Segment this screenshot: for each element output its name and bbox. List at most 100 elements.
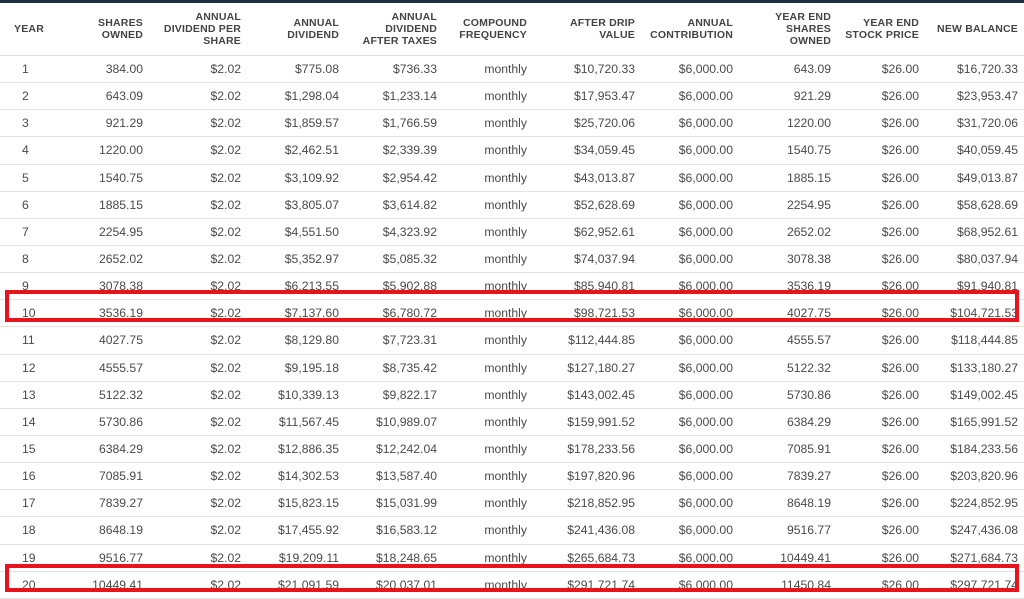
cell-dividend-per-share: $2.02	[149, 381, 247, 409]
cell-compound-frequency: monthly	[443, 435, 533, 464]
column-header-dividend-after-taxes: ANNUAL DIVIDEND AFTER TAXES	[345, 3, 443, 56]
cell-dividend-after-taxes: $5,085.32	[345, 245, 443, 274]
column-header-annual-contribution: ANNUAL CONTRIBUTION	[641, 3, 739, 56]
cell-year: 15	[0, 435, 55, 464]
cell-dividend-after-taxes: $15,031.99	[345, 489, 443, 518]
cell-new-balance: $104,721.53	[925, 299, 1024, 328]
cell-dividend-per-share: $2.02	[149, 82, 247, 111]
cell-new-balance: $184,233.56	[925, 435, 1024, 464]
cell-compound-frequency: monthly	[443, 544, 533, 572]
cell-dividend-after-taxes: $12,242.04	[345, 435, 443, 464]
cell-shares-owned: 4555.57	[55, 354, 149, 382]
cell-after-drip-value: $62,952.61	[533, 218, 641, 246]
cell-year-end-shares: 7839.27	[739, 462, 837, 491]
cell-after-drip-value: $143,002.45	[533, 381, 641, 409]
cell-annual-contribution: $6,000.00	[641, 462, 739, 491]
table-row: 2 643.09 $2.02 $1,298.04 $1,233.14 monthly $17…	[0, 82, 1024, 111]
cell-dividend-after-taxes: $1,766.59	[345, 109, 443, 138]
cell-annual-contribution: $6,000.00	[641, 489, 739, 518]
cell-after-drip-value: $159,991.52	[533, 408, 641, 436]
cell-compound-frequency: monthly	[443, 381, 533, 409]
table-row: 7 2254.95 $2.02 $4,551.50 $4,323.92 monthly $6…	[0, 218, 1024, 246]
cell-annual-dividend: $14,302.53	[247, 462, 345, 491]
cell-annual-contribution: $6,000.00	[641, 136, 739, 165]
cell-annual-contribution: $6,000.00	[641, 272, 739, 301]
cell-shares-owned: 3536.19	[55, 299, 149, 328]
cell-year-end-price: $26.00	[837, 326, 925, 355]
cell-after-drip-value: $112,444.85	[533, 326, 641, 355]
cell-shares-owned: 8648.19	[55, 516, 149, 545]
table-row: 20 10449.41 $2.02 $21,091.59 $20,037.01 month…	[0, 571, 1024, 599]
cell-compound-frequency: monthly	[443, 109, 533, 138]
cell-year-end-price: $26.00	[837, 571, 925, 599]
cell-dividend-per-share: $2.02	[149, 272, 247, 301]
cell-year-end-shares: 643.09	[739, 55, 837, 84]
cell-year: 12	[0, 354, 55, 382]
cell-annual-dividend: $4,551.50	[247, 218, 345, 246]
cell-dividend-per-share: $2.02	[149, 462, 247, 491]
cell-year-end-price: $26.00	[837, 435, 925, 464]
cell-year-end-shares: 1220.00	[739, 109, 837, 138]
cell-year-end-price: $26.00	[837, 191, 925, 219]
cell-shares-owned: 10449.41	[55, 571, 149, 599]
table-row: 1 384.00 $2.02 $775.08 $736.33 monthly $10,720…	[0, 55, 1024, 84]
cell-after-drip-value: $10,720.33	[533, 55, 641, 84]
cell-year-end-shares: 9516.77	[739, 516, 837, 545]
cell-annual-dividend: $5,352.97	[247, 245, 345, 274]
cell-after-drip-value: $85,940.81	[533, 272, 641, 301]
table-header: YEAR SHARES OWNED ANNUAL DIVIDEND PER SH…	[0, 3, 1024, 56]
cell-year-end-price: $26.00	[837, 55, 925, 84]
cell-dividend-per-share: $2.02	[149, 55, 247, 84]
cell-shares-owned: 921.29	[55, 109, 149, 138]
cell-year: 16	[0, 462, 55, 491]
cell-year: 14	[0, 408, 55, 436]
cell-year: 1	[0, 55, 55, 84]
column-header-new-balance: NEW BALANCE	[925, 3, 1024, 56]
cell-year-end-shares: 10449.41	[739, 544, 837, 572]
cell-year: 11	[0, 326, 55, 355]
cell-dividend-after-taxes: $16,583.12	[345, 516, 443, 545]
cell-dividend-per-share: $2.02	[149, 245, 247, 274]
cell-year-end-shares: 921.29	[739, 82, 837, 111]
cell-new-balance: $149,002.45	[925, 381, 1024, 409]
table-row: 17 7839.27 $2.02 $15,823.15 $15,031.99 monthl…	[0, 489, 1024, 518]
cell-dividend-after-taxes: $13,587.40	[345, 462, 443, 491]
cell-year-end-price: $26.00	[837, 489, 925, 518]
cell-compound-frequency: monthly	[443, 354, 533, 382]
cell-after-drip-value: $52,628.69	[533, 191, 641, 219]
cell-after-drip-value: $197,820.96	[533, 462, 641, 491]
cell-dividend-after-taxes: $9,822.17	[345, 381, 443, 409]
cell-annual-dividend: $17,455.92	[247, 516, 345, 545]
cell-annual-contribution: $6,000.00	[641, 381, 739, 409]
cell-compound-frequency: monthly	[443, 218, 533, 246]
cell-year-end-shares: 5730.86	[739, 381, 837, 409]
cell-after-drip-value: $291,721.74	[533, 571, 641, 599]
drip-results-panel: YEAR SHARES OWNED ANNUAL DIVIDEND PER SH…	[0, 0, 1024, 599]
cell-compound-frequency: monthly	[443, 245, 533, 274]
cell-year-end-shares: 5122.32	[739, 354, 837, 382]
cell-annual-dividend: $7,137.60	[247, 299, 345, 328]
cell-new-balance: $118,444.85	[925, 326, 1024, 355]
cell-new-balance: $23,953.47	[925, 82, 1024, 111]
cell-annual-contribution: $6,000.00	[641, 164, 739, 192]
cell-year-end-shares: 4555.57	[739, 326, 837, 355]
cell-dividend-per-share: $2.02	[149, 408, 247, 436]
cell-dividend-per-share: $2.02	[149, 109, 247, 138]
cell-dividend-per-share: $2.02	[149, 136, 247, 165]
column-header-dividend-per-share: ANNUAL DIVIDEND PER SHARE	[149, 3, 247, 56]
cell-shares-owned: 1220.00	[55, 136, 149, 165]
cell-year: 2	[0, 82, 55, 111]
cell-year-end-price: $26.00	[837, 354, 925, 382]
cell-year-end-shares: 2254.95	[739, 191, 837, 219]
column-header-year-end-shares: YEAR END SHARES OWNED	[739, 3, 837, 56]
cell-year: 17	[0, 489, 55, 518]
cell-after-drip-value: $241,436.08	[533, 516, 641, 545]
cell-shares-owned: 9516.77	[55, 544, 149, 572]
cell-year-end-shares: 6384.29	[739, 408, 837, 436]
column-header-year-end-price: YEAR END STOCK PRICE	[837, 3, 925, 56]
table-row: 18 8648.19 $2.02 $17,455.92 $16,583.12 monthl…	[0, 516, 1024, 545]
cell-compound-frequency: monthly	[443, 571, 533, 599]
cell-annual-contribution: $6,000.00	[641, 516, 739, 545]
cell-after-drip-value: $25,720.06	[533, 109, 641, 138]
cell-after-drip-value: $178,233.56	[533, 435, 641, 464]
